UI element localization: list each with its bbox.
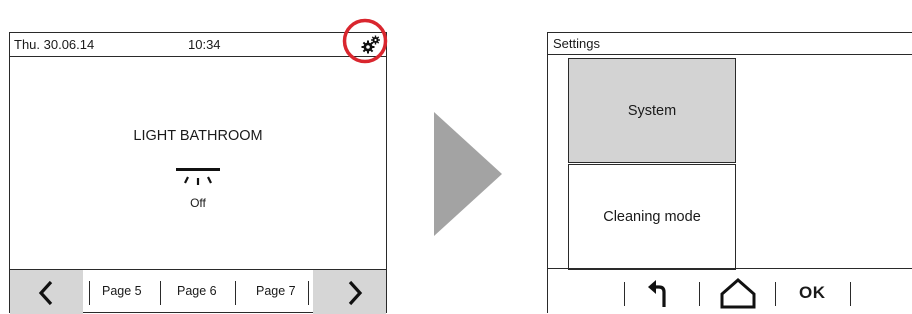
- return-arrow-icon[interactable]: [647, 279, 673, 309]
- next-page-button[interactable]: [313, 270, 386, 314]
- page-tab-7[interactable]: Page 7: [256, 284, 296, 298]
- page-tab-6[interactable]: Page 6: [177, 284, 217, 298]
- settings-title: Settings: [553, 36, 600, 51]
- time-label: 10:34: [188, 37, 221, 52]
- light-status: Off: [190, 196, 206, 210]
- chevron-right-icon: [347, 280, 363, 311]
- status-bar: Thu. 30.06.14 10:34: [10, 33, 386, 57]
- previous-page-button[interactable]: [10, 270, 83, 314]
- chevron-left-icon: [38, 280, 54, 311]
- cleaning-mode-tile[interactable]: Cleaning mode: [568, 164, 736, 270]
- divider: [699, 282, 700, 306]
- divider: [308, 281, 309, 305]
- date-label: Thu. 30.06.14: [14, 37, 95, 52]
- home-icon[interactable]: [718, 277, 758, 309]
- divider: [235, 281, 236, 305]
- cleaning-mode-tile-label: Cleaning mode: [603, 209, 701, 225]
- device-title: LIGHT BATHROOM: [133, 128, 263, 144]
- home-screen: Thu. 30.06.14 10:34 LIGHT BATHROOM Off P…: [9, 32, 387, 314]
- ceiling-light-icon[interactable]: [173, 167, 223, 193]
- ok-button[interactable]: OK: [799, 283, 826, 303]
- divider: [89, 281, 90, 305]
- divider: [775, 282, 776, 306]
- page-navigation: Page 5 Page 6 Page 7: [10, 269, 386, 314]
- play-triangle-icon: [434, 112, 502, 236]
- settings-header: Settings: [548, 33, 912, 55]
- page-tab-5[interactable]: Page 5: [102, 284, 142, 298]
- settings-toolbar: OK: [548, 268, 912, 314]
- settings-screen: Settings System Cleaning mode OK: [547, 32, 912, 313]
- system-tile[interactable]: System: [568, 58, 736, 163]
- divider: [850, 282, 851, 306]
- highlight-circle: [342, 18, 388, 64]
- divider: [160, 281, 161, 305]
- system-tile-label: System: [627, 102, 677, 119]
- divider: [624, 282, 625, 306]
